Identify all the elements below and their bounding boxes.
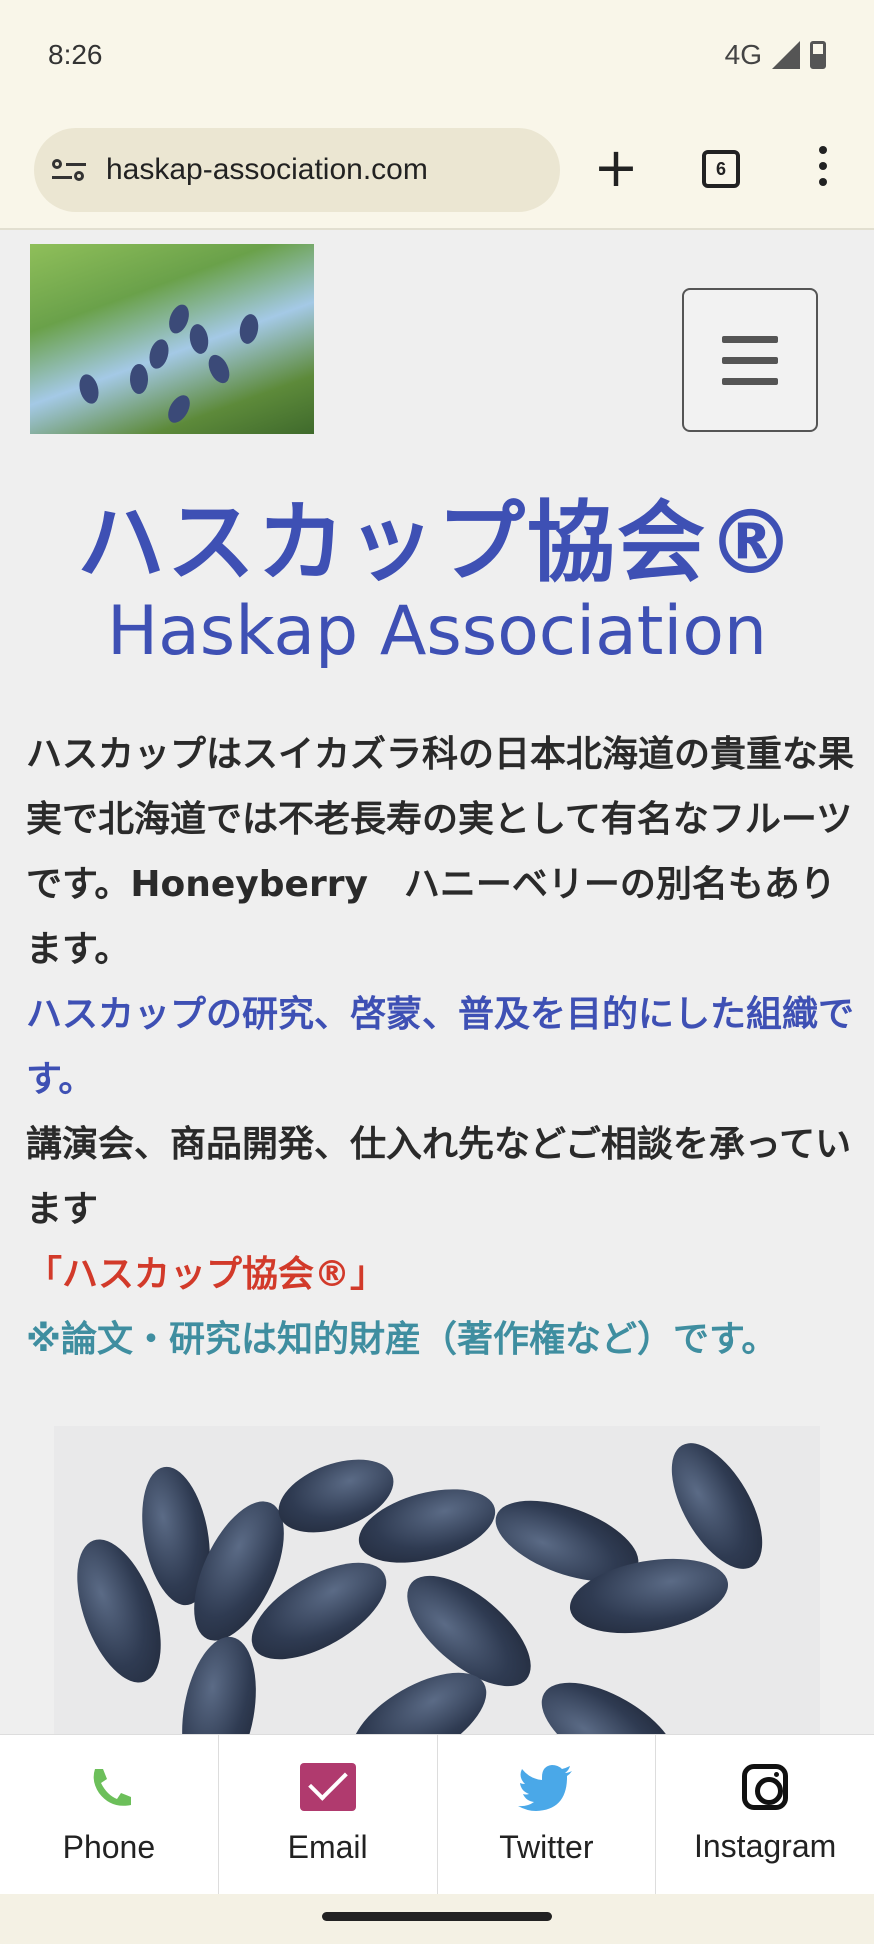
status-indicators: 4G: [725, 39, 826, 71]
battery-icon: [810, 41, 826, 69]
email-icon: [299, 1763, 356, 1811]
instagram-button[interactable]: Instagram: [656, 1735, 874, 1894]
haskap-berries-photo: [54, 1426, 820, 1734]
browser-toolbar: haskap-association.com + 6: [0, 110, 874, 230]
twitter-icon: [518, 1765, 573, 1811]
page-content: ハスカップ協会® Haskap Association ハスカップはスイカズラ科…: [0, 232, 874, 1734]
address-bar[interactable]: haskap-association.com: [34, 128, 560, 212]
status-bar: 8:26 4G: [0, 0, 874, 110]
intro-text: ハスカップはスイカズラ科の日本北海道の貴重な果実で北海道では不老長寿の実として有…: [26, 722, 858, 1372]
phone-button[interactable]: Phone: [0, 1735, 219, 1894]
instagram-label: Instagram: [693, 1828, 837, 1864]
phone-label: Phone: [62, 1829, 156, 1865]
home-gesture-handle[interactable]: [322, 1912, 552, 1921]
status-time: 8:26: [48, 39, 103, 70]
site-title-en: Haskap Association: [106, 592, 768, 671]
twitter-label: Twitter: [499, 1829, 594, 1865]
url-text[interactable]: haskap-association.com: [106, 153, 428, 187]
email-button[interactable]: Email: [219, 1735, 438, 1894]
intro-copyright-note: ※論文・研究は知的財産（著作権など）です。: [26, 1319, 778, 1360]
new-tab-button[interactable]: +: [586, 138, 646, 198]
system-nav-bar: [0, 1894, 874, 1944]
more-vert-icon[interactable]: [816, 146, 830, 194]
intro-consultation: 講演会、商品開発、仕入れ先などご相談を承っています: [26, 1124, 852, 1230]
site-settings-icon[interactable]: [52, 155, 88, 185]
intro-purpose: ハスカップの研究、啓蒙、普及を目的にした組織です。: [26, 994, 855, 1100]
site-title-jp: ハスカップ協会®: [76, 491, 797, 594]
twitter-button[interactable]: Twitter: [438, 1735, 657, 1894]
intro-brand: 「ハスカップ協会®」: [26, 1254, 387, 1295]
network-type: 4G: [724, 39, 762, 70]
tab-switcher-button[interactable]: 6: [702, 150, 740, 188]
contact-bar: Phone Email Twitter Instagram: [0, 1734, 874, 1894]
intro-description: ハスカップはスイカズラ科の日本北海道の貴重な果実で北海道では不老長寿の実として有…: [26, 734, 855, 970]
instagram-icon: [742, 1764, 789, 1810]
phone-icon: [93, 1769, 131, 1806]
menu-button[interactable]: [682, 288, 818, 432]
signal-icon: [772, 41, 800, 69]
haskap-branch-photo: [30, 244, 314, 434]
email-label: Email: [287, 1829, 368, 1865]
